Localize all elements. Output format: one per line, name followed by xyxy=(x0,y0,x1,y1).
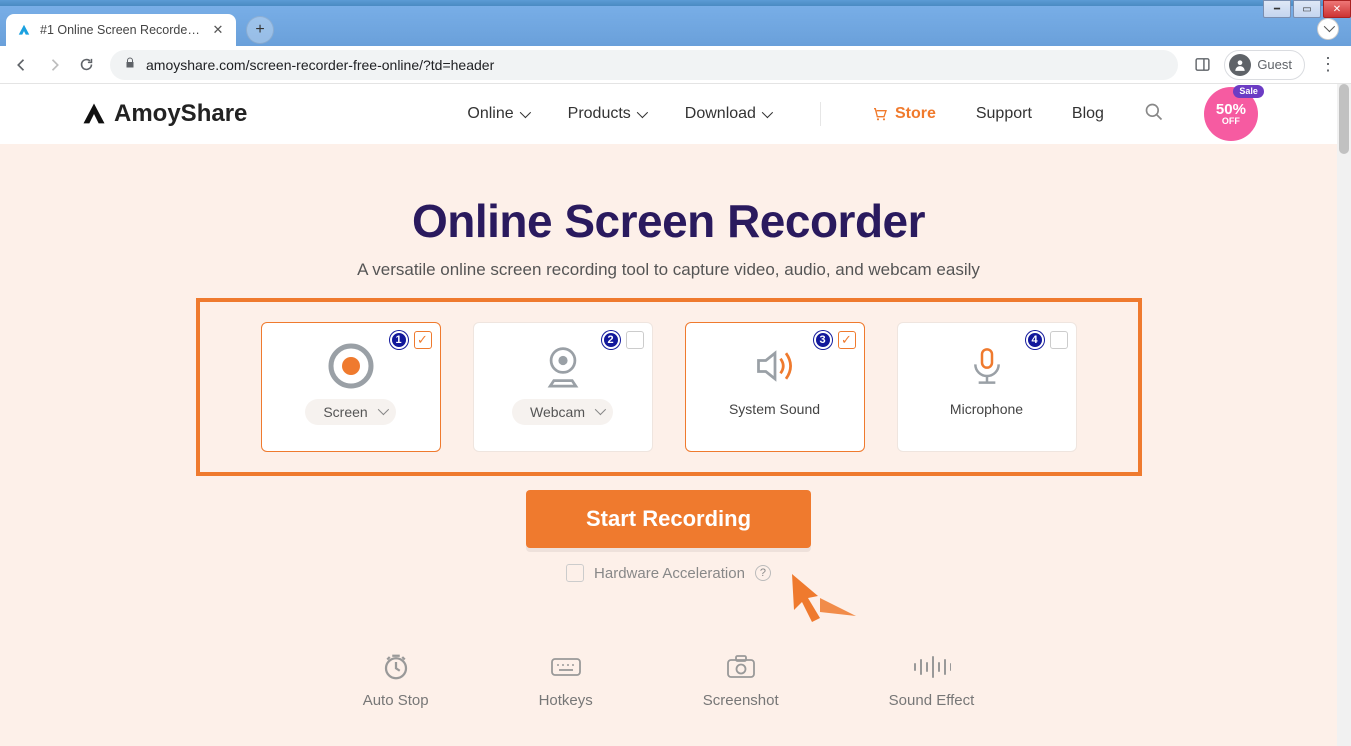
hero-subtitle: A versatile online screen recording tool… xyxy=(0,260,1337,280)
nav-download[interactable]: Download xyxy=(685,105,770,123)
feature-hotkeys[interactable]: Hotkeys xyxy=(539,652,593,709)
nav-divider xyxy=(820,102,821,126)
card-microphone[interactable]: 4 ✓ Microphone xyxy=(897,322,1077,452)
hardware-acceleration-row: Hardware Acceleration ? xyxy=(0,564,1337,582)
chevron-down-icon xyxy=(378,406,386,418)
card-webcam[interactable]: 2 ✓ Webcam xyxy=(473,322,653,452)
camera-icon xyxy=(726,652,756,682)
chevron-down-icon xyxy=(595,406,603,418)
microphone-label: Microphone xyxy=(950,401,1023,417)
window-minimize-button[interactable]: ━ xyxy=(1263,0,1291,18)
microphone-icon xyxy=(967,341,1007,391)
annotation-badge-3: 3 xyxy=(814,331,832,349)
sale-tag: Sale xyxy=(1233,85,1264,98)
checkbox-screen[interactable]: ✓ xyxy=(414,331,432,349)
site-header: AmoyShare Online Products Download Store… xyxy=(0,84,1337,144)
browser-menu-icon[interactable]: ⋮ xyxy=(1313,54,1343,75)
speaker-icon xyxy=(751,341,799,391)
start-recording-button[interactable]: Start Recording xyxy=(526,490,811,548)
address-bar[interactable]: amoyshare.com/screen-recorder-free-onlin… xyxy=(110,50,1178,80)
chevron-down-icon xyxy=(520,105,528,123)
profile-chip[interactable]: Guest xyxy=(1224,50,1305,80)
clock-icon xyxy=(381,652,411,682)
cart-icon xyxy=(871,106,889,122)
checkbox-microphone[interactable]: ✓ xyxy=(1050,331,1068,349)
feature-row: Auto Stop Hotkeys Screenshot Sound Effec… xyxy=(0,652,1337,709)
browser-tab-strip: #1 Online Screen Recorder - R ✕ + xyxy=(0,6,1351,46)
feature-soundeffect[interactable]: Sound Effect xyxy=(889,652,975,709)
nav-online[interactable]: Online xyxy=(467,105,527,123)
browser-tab-active[interactable]: #1 Online Screen Recorder - R ✕ xyxy=(6,14,236,46)
annotation-badge-1: 1 xyxy=(390,331,408,349)
annotation-badge-2: 2 xyxy=(602,331,620,349)
nav-back-button[interactable] xyxy=(8,51,36,79)
window-close-button[interactable]: ✕ xyxy=(1323,0,1351,18)
brand-logo[interactable]: AmoyShare xyxy=(80,100,247,128)
hero-section: Online Screen Recorder A versatile onlin… xyxy=(0,144,1337,746)
nav-support[interactable]: Support xyxy=(976,105,1032,123)
brand-name: AmoyShare xyxy=(114,100,247,128)
nav-blog[interactable]: Blog xyxy=(1072,105,1104,123)
url-text: amoyshare.com/screen-recorder-free-onlin… xyxy=(146,57,494,73)
scrollbar-thumb[interactable] xyxy=(1339,84,1349,154)
system-sound-label: System Sound xyxy=(729,401,820,417)
feature-screenshot[interactable]: Screenshot xyxy=(703,652,779,709)
nav-forward-button[interactable] xyxy=(40,51,68,79)
checkbox-system-sound[interactable]: ✓ xyxy=(838,331,856,349)
tab-close-icon[interactable]: ✕ xyxy=(210,22,226,38)
chevron-down-icon xyxy=(637,105,645,123)
nav-store[interactable]: Store xyxy=(871,105,936,123)
screen-dropdown[interactable]: Screen xyxy=(305,399,395,425)
profile-label: Guest xyxy=(1257,57,1292,72)
search-icon[interactable] xyxy=(1144,102,1164,127)
nav-reload-button[interactable] xyxy=(72,51,100,79)
checkbox-webcam[interactable]: ✓ xyxy=(626,331,644,349)
help-icon[interactable]: ? xyxy=(755,565,771,581)
window-maximize-button[interactable]: ▭ xyxy=(1293,0,1321,18)
annotation-cursor-arrow-icon xyxy=(790,572,860,622)
sale-off: OFF xyxy=(1222,117,1240,126)
soundwave-icon xyxy=(911,652,951,682)
hw-accel-label: Hardware Acceleration xyxy=(594,565,745,582)
browser-toolbar: amoyshare.com/screen-recorder-free-onlin… xyxy=(0,46,1351,84)
source-cards-frame: 1 ✓ Screen 2 ✓ Webcam xyxy=(196,298,1142,476)
new-tab-button[interactable]: + xyxy=(246,16,274,44)
annotation-badge-4: 4 xyxy=(1026,331,1044,349)
hero-title: Online Screen Recorder xyxy=(0,194,1337,248)
chevron-down-icon xyxy=(762,105,770,123)
tab-search-dropdown-icon[interactable] xyxy=(1317,18,1339,40)
guest-avatar-icon xyxy=(1229,54,1251,76)
tab-title: #1 Online Screen Recorder - R xyxy=(40,23,202,37)
hw-accel-checkbox[interactable] xyxy=(566,564,584,582)
vertical-scrollbar[interactable] xyxy=(1337,84,1351,746)
screen-record-icon xyxy=(327,341,375,391)
card-system-sound[interactable]: 3 ✓ System Sound xyxy=(685,322,865,452)
webcam-icon xyxy=(541,341,585,391)
tab-favicon-icon xyxy=(16,22,32,38)
panel-toggle-icon[interactable] xyxy=(1188,51,1216,79)
sale-percent: 50% xyxy=(1216,102,1246,117)
card-screen[interactable]: 1 ✓ Screen xyxy=(261,322,441,452)
brand-mark-icon xyxy=(80,100,108,128)
lock-icon xyxy=(124,56,136,73)
webcam-dropdown[interactable]: Webcam xyxy=(512,399,613,425)
sale-badge[interactable]: Sale 50% OFF xyxy=(1204,87,1258,141)
keyboard-icon xyxy=(550,652,582,682)
nav-products[interactable]: Products xyxy=(568,105,645,123)
feature-autostop[interactable]: Auto Stop xyxy=(363,652,429,709)
